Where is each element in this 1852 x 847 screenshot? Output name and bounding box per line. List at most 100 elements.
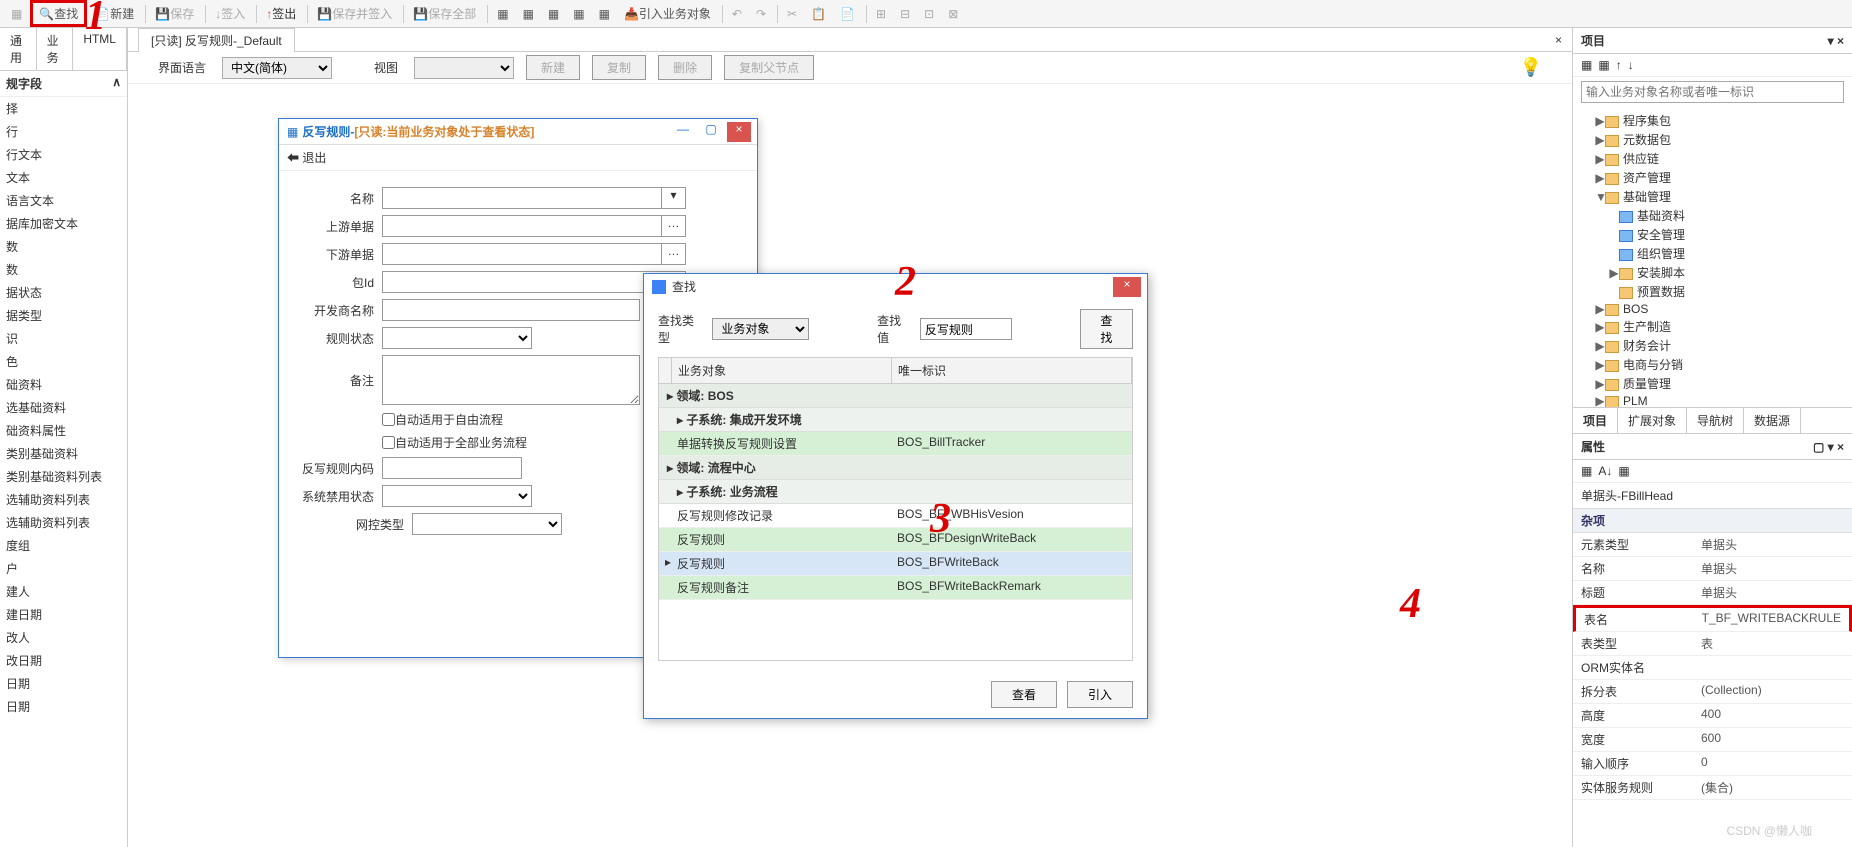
- tree-node[interactable]: ▶安装脚本: [1581, 263, 1844, 282]
- props-icon-2[interactable]: A↓: [1598, 464, 1612, 478]
- field-list-item[interactable]: 建人: [0, 580, 127, 603]
- rp-tab-project[interactable]: 项目: [1573, 408, 1618, 433]
- panel-dropdown-icon[interactable]: ▾ ×: [1828, 34, 1844, 48]
- auto-biz-checkbox[interactable]: [382, 436, 395, 449]
- field-list-item[interactable]: 语言文本: [0, 189, 127, 212]
- checkout-button[interactable]: ↑ 签出: [260, 3, 302, 24]
- minimize-icon[interactable]: —: [671, 122, 695, 142]
- sysdisable-select[interactable]: [382, 485, 532, 507]
- tree-node[interactable]: ▶BOS: [1581, 301, 1844, 317]
- props-icon-1[interactable]: ▦: [1581, 464, 1592, 478]
- grid-row[interactable]: 单据转换反写规则设置BOS_BillTracker: [659, 432, 1132, 456]
- field-list-item[interactable]: 数: [0, 235, 127, 258]
- tb-icon-10[interactable]: 📄: [834, 5, 861, 23]
- remark-input[interactable]: [382, 355, 640, 405]
- field-list-item[interactable]: 择: [0, 97, 127, 120]
- rp-icon-4[interactable]: ↓: [1628, 58, 1634, 72]
- field-list-item[interactable]: 础资料: [0, 373, 127, 396]
- tree-node[interactable]: 基础资料: [1581, 206, 1844, 225]
- tree-node[interactable]: ▶财务会计: [1581, 336, 1844, 355]
- tb-icon-1[interactable]: ▦: [491, 5, 514, 23]
- grid-group[interactable]: ▸ 领域: 流程中心: [659, 456, 1132, 480]
- rp-tab-ext[interactable]: 扩展对象: [1618, 408, 1687, 433]
- devname-input[interactable]: [382, 299, 640, 321]
- find-view-button[interactable]: 查看: [991, 681, 1057, 708]
- property-row[interactable]: 标题单据头: [1573, 581, 1852, 605]
- property-row[interactable]: 输入顺序0: [1573, 752, 1852, 776]
- find-value-input[interactable]: [920, 318, 1012, 340]
- downstream-input[interactable]: [382, 243, 662, 265]
- field-list-item[interactable]: 度组: [0, 534, 127, 557]
- field-list-item[interactable]: 选辅助资料列表: [0, 488, 127, 511]
- tree-node[interactable]: ▶质量管理: [1581, 374, 1844, 393]
- tree-node[interactable]: ▶PLM: [1581, 393, 1844, 407]
- prop-category[interactable]: 杂项: [1573, 509, 1852, 533]
- field-list-item[interactable]: 户: [0, 557, 127, 580]
- left-tab-business[interactable]: 业务: [37, 28, 74, 70]
- field-list-item[interactable]: 改日期: [0, 649, 127, 672]
- find-search-button[interactable]: 查找: [1080, 309, 1133, 349]
- field-list-item[interactable]: 类别基础资料: [0, 442, 127, 465]
- tb-icon-8[interactable]: ✂: [781, 5, 803, 23]
- document-tab[interactable]: [只读] 反写规则-_Default: [138, 28, 295, 52]
- property-row[interactable]: ORM实体名: [1573, 656, 1852, 680]
- field-list-item[interactable]: 础资料属性: [0, 419, 127, 442]
- tb-icon-6[interactable]: ↶: [726, 5, 748, 23]
- property-row[interactable]: 元素类型单据头: [1573, 533, 1852, 557]
- tb-icon-2[interactable]: ▦: [517, 5, 540, 23]
- tree-node[interactable]: 安全管理: [1581, 225, 1844, 244]
- field-list-item[interactable]: 识: [0, 327, 127, 350]
- grid-subgroup[interactable]: ▸ 子系统: 集成开发环境: [659, 408, 1132, 432]
- tb-icon-5[interactable]: ▦: [593, 5, 616, 23]
- doc-new-button[interactable]: 新建: [526, 55, 580, 80]
- tree-node[interactable]: ▶元数据包: [1581, 130, 1844, 149]
- auto-free-checkbox[interactable]: [382, 413, 395, 426]
- grid-row-selected[interactable]: ▸反写规则BOS_BFWriteBack: [659, 552, 1132, 576]
- lang-select[interactable]: 中文(简体): [222, 57, 332, 79]
- field-list-item[interactable]: 据库加密文本: [0, 212, 127, 235]
- property-row[interactable]: 高度400: [1573, 704, 1852, 728]
- tb-icon-4[interactable]: ▦: [567, 5, 590, 23]
- exit-button[interactable]: ⬅ 退出: [287, 151, 326, 165]
- tb-icon-11[interactable]: ⊞: [870, 5, 892, 23]
- tree-node[interactable]: ▶电商与分销: [1581, 355, 1844, 374]
- field-list-item[interactable]: 文本: [0, 166, 127, 189]
- upstream-input[interactable]: [382, 215, 662, 237]
- tree-node[interactable]: 组织管理: [1581, 244, 1844, 263]
- tree-node[interactable]: ▶程序集包: [1581, 111, 1844, 130]
- import-bo-button[interactable]: 📥 引入业务对象: [618, 3, 717, 24]
- tree-node[interactable]: 预置数据: [1581, 282, 1844, 301]
- name-input[interactable]: [382, 187, 662, 209]
- field-list-item[interactable]: 类别基础资料列表: [0, 465, 127, 488]
- view-select[interactable]: [414, 57, 514, 79]
- left-tab-general[interactable]: 通用: [0, 28, 37, 70]
- property-row[interactable]: 拆分表(Collection): [1573, 680, 1852, 704]
- field-list-item[interactable]: 行文本: [0, 143, 127, 166]
- props-object-name[interactable]: 单据头-FBillHead: [1573, 483, 1852, 509]
- status-select[interactable]: [382, 327, 532, 349]
- tree-node[interactable]: ▼基础管理: [1581, 187, 1844, 206]
- field-list-item[interactable]: 据状态: [0, 281, 127, 304]
- grid-row[interactable]: 反写规则备注BOS_BFWriteBackRemark: [659, 576, 1132, 600]
- field-list-item[interactable]: 据类型: [0, 304, 127, 327]
- field-list-item[interactable]: 改人: [0, 626, 127, 649]
- find-close-icon[interactable]: ×: [1113, 277, 1141, 297]
- find-import-button[interactable]: 引入: [1067, 681, 1133, 708]
- tb-icon-7[interactable]: ↷: [750, 5, 772, 23]
- save-checkin-button[interactable]: 💾 保存并签入: [311, 3, 398, 24]
- props-panel-controls[interactable]: ▢ ▾ ×: [1813, 440, 1844, 454]
- tb-icon-14[interactable]: ⊠: [942, 5, 964, 23]
- rp-icon-1[interactable]: ▦: [1581, 58, 1592, 72]
- field-list-item[interactable]: 数: [0, 258, 127, 281]
- rp-icon-3[interactable]: ↑: [1616, 58, 1622, 72]
- left-tab-html[interactable]: HTML: [73, 28, 127, 70]
- rp-tab-nav[interactable]: 导航树: [1687, 408, 1744, 433]
- property-row[interactable]: 宽度600: [1573, 728, 1852, 752]
- tb-icon-3[interactable]: ▦: [542, 5, 565, 23]
- doc-copy-parent-button[interactable]: 复制父节点: [724, 55, 814, 80]
- tree-node[interactable]: ▶供应链: [1581, 149, 1844, 168]
- tb-icon-12[interactable]: ⊟: [894, 5, 916, 23]
- grid-row[interactable]: 反写规则修改记录BOS_BF_WBHisVesion: [659, 504, 1132, 528]
- tb-icon-13[interactable]: ⊡: [918, 5, 940, 23]
- doc-delete-button[interactable]: 删除: [658, 55, 712, 80]
